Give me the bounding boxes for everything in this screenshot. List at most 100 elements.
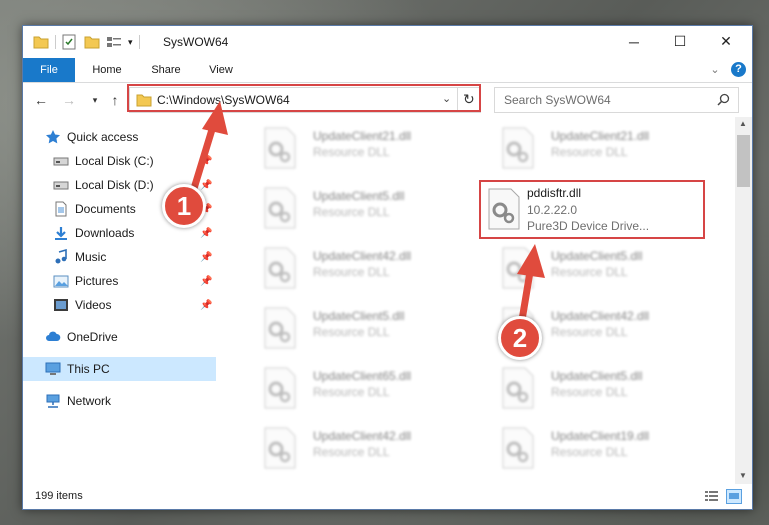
file-description: Resource DLL [551,445,628,459]
large-icons-view-icon[interactable] [726,489,742,504]
computer-icon [45,361,61,377]
pin-icon[interactable]: 📌 [200,300,212,311]
sidebar-item-network[interactable]: Network [23,389,216,413]
quick-access-toolbar: ▾ [33,34,146,50]
view-options-icon[interactable] [106,35,124,49]
file-tile[interactable]: UpdateClient19.dll Resource DLL [479,423,705,473]
file-description: Pure3D Device Drive... [527,219,650,233]
file-tile[interactable]: UpdateClient5.dll Resource DLL [241,303,467,353]
cloud-icon [45,329,61,345]
new-folder-icon[interactable] [84,35,100,49]
sidebar-item-this-pc[interactable]: This PC [23,357,216,381]
sidebar-item-label: Local Disk (D:) [75,178,154,192]
maximize-button[interactable]: ☐ [657,26,703,57]
callout-badge-2: 2 [498,316,542,360]
file-tile[interactable]: UpdateClient5.dll Resource DLL [479,363,705,413]
forward-button[interactable]: → [59,90,79,110]
file-description: Resource DLL [313,145,390,159]
file-tile[interactable]: UpdateClient42.dll Resource DLL [241,423,467,473]
pin-icon[interactable]: 📌 [200,276,212,287]
dll-gear-icon [264,367,296,409]
navigation-bar: ← → ▾ ↑ C:\Windows\SysWOW64 ⌄ ↻ Search S… [23,83,752,117]
status-bar: 199 items [23,484,752,509]
arrow-up-icon: ↑ [111,92,119,108]
help-button[interactable]: ? [731,62,746,77]
tab-share[interactable]: Share [139,58,193,82]
pin-icon[interactable]: 📌 [200,228,212,239]
pin-icon[interactable]: 📌 [200,252,212,263]
up-button[interactable]: ↑ [105,90,125,110]
search-icon [717,93,730,106]
dll-gear-icon [502,427,534,469]
file-description: Resource DLL [313,385,390,399]
dll-gear-icon [502,127,534,169]
recent-locations-button[interactable]: ▾ [85,90,105,110]
sidebar-item-onedrive[interactable]: OneDrive [23,325,216,349]
file-name: UpdateClient65.dll [313,369,412,383]
documents-icon [53,201,69,217]
sidebar-item-label: Pictures [75,274,119,288]
file-tile[interactable]: UpdateClient21.dll Resource DLL [479,123,705,173]
help-icon: ? [735,63,742,75]
sidebar-item-label: Quick access [67,130,139,144]
minimize-button[interactable]: ─ [611,26,657,57]
tab-view[interactable]: View [197,58,245,82]
star-icon [45,129,61,145]
file-name: UpdateClient42.dll [551,309,650,323]
file-name: UpdateClient42.dll [313,429,412,443]
file-name: UpdateClient5.dll [313,189,405,203]
vertical-scrollbar[interactable]: ▲ ▼ [735,117,752,484]
file-tile[interactable]: UpdateClient21.dll Resource DLL [241,123,467,173]
search-placeholder: Search SysWOW64 [504,93,611,107]
sidebar-item-music[interactable]: Music 📌 [23,245,216,269]
item-count: 199 items [35,490,83,502]
scrollbar-thumb[interactable] [737,135,750,187]
properties-icon[interactable] [62,34,76,50]
sidebar-item-videos[interactable]: Videos 📌 [23,293,216,317]
folder-icon[interactable] [33,35,49,49]
file-tile-pddisftr[interactable]: pddisftr.dll 10.2.22.0 Pure3D Device Dri… [479,180,705,239]
explorer-window: ▾ SysWOW64 ─ ☐ ✕ File Home Share View ⌄ … [22,25,753,510]
file-name: pddisftr.dll [527,186,582,200]
scroll-down-icon[interactable]: ▼ [739,471,747,480]
dll-gear-icon [264,427,296,469]
file-description: Resource DLL [313,445,390,459]
download-icon [53,225,69,241]
file-version: 10.2.22.0 [527,203,578,217]
details-view-icon[interactable] [704,490,719,503]
search-input[interactable]: Search SysWOW64 [494,87,739,113]
sidebar-item-label: Network [67,394,112,408]
back-button[interactable]: ← [31,90,51,110]
sidebar-item-label: Downloads [75,226,135,240]
dll-gear-icon [502,367,534,409]
file-name: UpdateClient42.dll [313,249,412,263]
arrow-left-icon: ← [34,92,48,108]
chevron-down-icon[interactable]: ▾ [128,37,133,48]
sidebar-item-label: This PC [67,362,110,376]
ribbon-tabs: File Home Share View ⌄ ? [23,58,752,83]
file-description: Resource DLL [313,325,390,339]
pictures-icon [53,273,69,289]
dll-gear-icon [488,188,520,230]
chevron-down-icon: ▾ [92,94,98,105]
dll-gear-icon [264,187,296,229]
file-name: UpdateClient5.dll [551,249,643,263]
file-name: UpdateClient21.dll [313,129,412,143]
file-list: pddisftr.dll 10.2.22.0 Pure3D Device Dri… [217,117,735,484]
ribbon-expand-button[interactable]: ⌄ [705,58,725,82]
file-tile[interactable]: UpdateClient42.dll Resource DLL [241,243,467,293]
scroll-up-icon[interactable]: ▲ [739,119,747,128]
sidebar-item-pictures[interactable]: Pictures 📌 [23,269,216,293]
file-description: Resource DLL [551,385,628,399]
file-tile[interactable]: UpdateClient65.dll Resource DLL [241,363,467,413]
file-description: Resource DLL [313,265,390,279]
file-tile[interactable]: UpdateClient5.dll Resource DLL [241,183,467,233]
tab-home[interactable]: Home [79,58,135,82]
music-icon [53,248,69,265]
close-button[interactable]: ✕ [703,26,749,57]
title-bar: ▾ SysWOW64 ─ ☐ ✕ [23,26,752,58]
tab-file[interactable]: File [23,58,75,82]
file-name: UpdateClient5.dll [313,309,405,323]
window-title: SysWOW64 [163,35,229,49]
arrow-right-icon: → [62,92,76,108]
